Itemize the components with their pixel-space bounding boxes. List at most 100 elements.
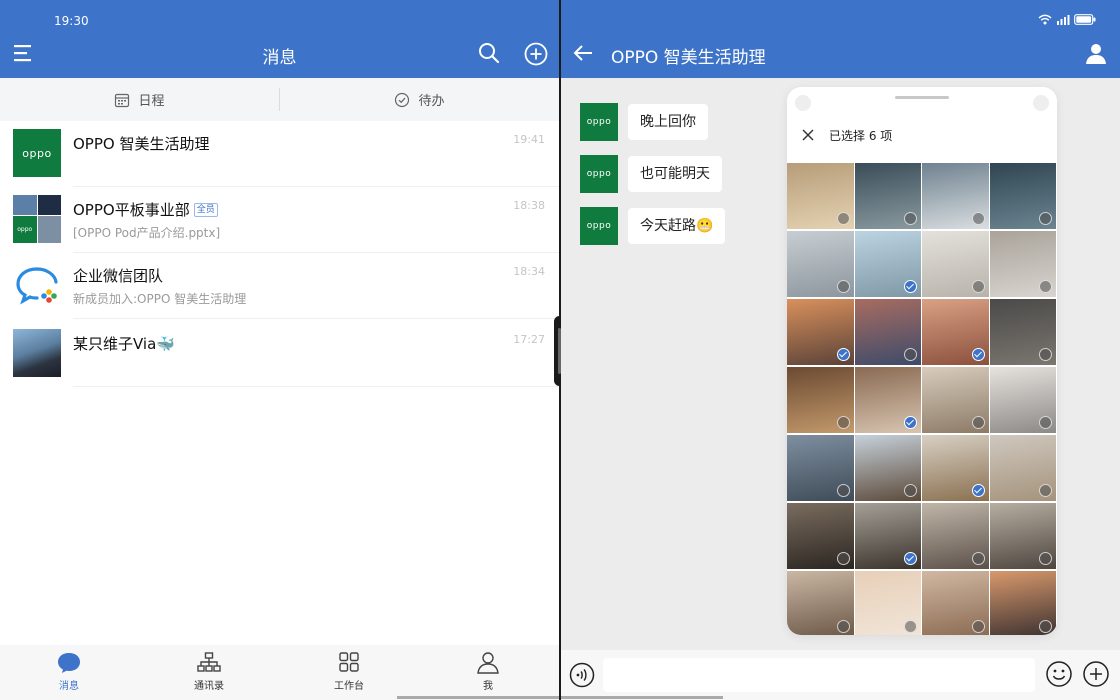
conversation-item[interactable]: oppo OPPO平板事业部 全员 [OPPO Pod产品介绍.pptx] 18… (0, 187, 559, 253)
photo-thumbnail[interactable] (854, 231, 921, 297)
wifi-icon (1038, 14, 1052, 25)
select-checkbox[interactable] (836, 552, 850, 565)
chat-input-bar (561, 650, 1120, 700)
photo-thumbnail[interactable] (922, 231, 989, 297)
photo-picker-window: 已选择 6 项 (787, 87, 1057, 635)
select-checkbox[interactable] (1039, 348, 1052, 361)
selected-checkbox[interactable] (904, 552, 917, 565)
select-checkbox[interactable] (836, 484, 850, 497)
select-checkbox[interactable] (1039, 212, 1052, 225)
message-bubble[interactable]: 也可能明天 (628, 156, 722, 192)
photo-thumbnail[interactable] (787, 163, 854, 229)
photo-thumbnail[interactable] (854, 503, 921, 569)
nav-workbench-label: 工作台 (334, 681, 364, 692)
expand-icon[interactable] (795, 95, 811, 111)
photo-thumbnail[interactable] (787, 231, 854, 297)
nav-me[interactable]: 我 (448, 651, 528, 692)
message-bubble[interactable]: 晚上回你 (628, 104, 708, 140)
select-checkbox[interactable] (904, 484, 917, 497)
select-checkbox[interactable] (1039, 552, 1052, 565)
message-input[interactable] (603, 658, 1035, 692)
conversation-item[interactable]: 某只维子Via🐳 17:27 (0, 321, 559, 387)
photo-thumbnail[interactable] (787, 503, 854, 569)
selected-checkbox[interactable] (971, 484, 985, 497)
photo-thumbnail[interactable] (854, 299, 921, 365)
plus-circle-icon[interactable] (1082, 660, 1110, 688)
select-checkbox[interactable] (1039, 484, 1052, 497)
photo-thumbnail[interactable] (989, 367, 1056, 433)
search-icon[interactable] (478, 42, 500, 64)
nav-contacts[interactable]: 通讯录 (169, 651, 249, 692)
tab-todo[interactable]: 待办 (280, 78, 559, 121)
photo-thumbnail[interactable] (989, 503, 1056, 569)
selected-checkbox[interactable] (971, 348, 985, 361)
close-icon[interactable] (802, 129, 814, 141)
select-checkbox[interactable] (904, 620, 917, 633)
photo-thumbnail[interactable] (854, 163, 921, 229)
select-checkbox[interactable] (971, 212, 985, 225)
signal-icon (1057, 14, 1070, 25)
photo-thumbnail[interactable] (989, 163, 1056, 229)
photo-thumbnail[interactable] (787, 299, 854, 365)
home-indicator (397, 696, 559, 699)
select-checkbox[interactable] (971, 280, 985, 293)
conversation-item[interactable]: oppo OPPO 智美生活助理 19:41 (0, 121, 559, 187)
nav-contacts-label: 通讯录 (194, 681, 224, 692)
photo-thumbnail[interactable] (787, 435, 854, 501)
nav-messages[interactable]: 消息 (29, 651, 109, 692)
photo-thumbnail[interactable] (922, 163, 989, 229)
photo-thumbnail[interactable] (854, 571, 921, 635)
photo-thumbnail[interactable] (854, 367, 921, 433)
photo-thumbnail[interactable] (787, 571, 854, 635)
selected-checkbox[interactable] (904, 280, 917, 293)
select-checkbox[interactable] (836, 620, 850, 633)
select-checkbox[interactable] (904, 348, 917, 361)
conversation-time: 17:27 (513, 333, 545, 346)
select-checkbox[interactable] (836, 416, 850, 429)
chat-header: OPPO 智美生活助理 (561, 0, 1120, 78)
nav-me-label: 我 (483, 681, 493, 692)
photo-thumbnail[interactable] (989, 435, 1056, 501)
select-checkbox[interactable] (836, 280, 850, 293)
oppo-avatar[interactable]: oppo (580, 103, 618, 141)
back-arrow-icon[interactable] (573, 44, 593, 62)
selected-checkbox[interactable] (836, 348, 850, 361)
select-checkbox[interactable] (904, 212, 917, 225)
conversation-name: 某只维子Via🐳 (73, 333, 175, 354)
conversation-item[interactable]: 企业微信团队 新成员加入:OPPO 智美生活助理 18:34 (0, 253, 559, 319)
select-checkbox[interactable] (1039, 620, 1052, 633)
photo-thumbnail[interactable] (922, 435, 989, 501)
photo-thumbnail[interactable] (854, 435, 921, 501)
photo-thumbnail[interactable] (989, 571, 1056, 635)
person-icon[interactable] (1085, 43, 1107, 65)
tab-schedule[interactable]: 日程 (0, 78, 279, 121)
message-bubble[interactable]: 今天赶路😬 (628, 208, 726, 244)
select-checkbox[interactable] (971, 416, 985, 429)
emoji-icon[interactable] (1045, 660, 1073, 688)
photo-thumbnail[interactable] (989, 299, 1056, 365)
photo-thumbnail[interactable] (787, 367, 854, 433)
oppo-avatar[interactable]: oppo (580, 155, 618, 193)
select-checkbox[interactable] (971, 620, 985, 633)
photo-thumbnail[interactable] (922, 367, 989, 433)
avatar-tile (37, 216, 61, 243)
close-window-icon[interactable] (1033, 95, 1049, 111)
select-checkbox[interactable] (1039, 280, 1052, 293)
photo-thumbnail[interactable] (989, 231, 1056, 297)
add-circle-icon[interactable] (524, 42, 548, 66)
window-drag-handle[interactable] (895, 96, 949, 99)
photo-thumbnail[interactable] (922, 299, 989, 365)
page-title: 消息 (262, 48, 297, 68)
oppo-avatar[interactable]: oppo (580, 207, 618, 245)
message-row: oppo 也可能明天 (580, 155, 722, 193)
select-checkbox[interactable] (836, 212, 850, 225)
selected-checkbox[interactable] (904, 416, 917, 429)
nav-workbench[interactable]: 工作台 (309, 651, 389, 692)
select-checkbox[interactable] (1039, 416, 1052, 429)
divider (73, 386, 559, 387)
voice-icon[interactable] (569, 662, 595, 688)
photo-thumbnail[interactable] (922, 503, 989, 569)
photo-thumbnail[interactable] (922, 571, 989, 635)
chat-bubble-icon (58, 653, 80, 673)
select-checkbox[interactable] (971, 552, 985, 565)
